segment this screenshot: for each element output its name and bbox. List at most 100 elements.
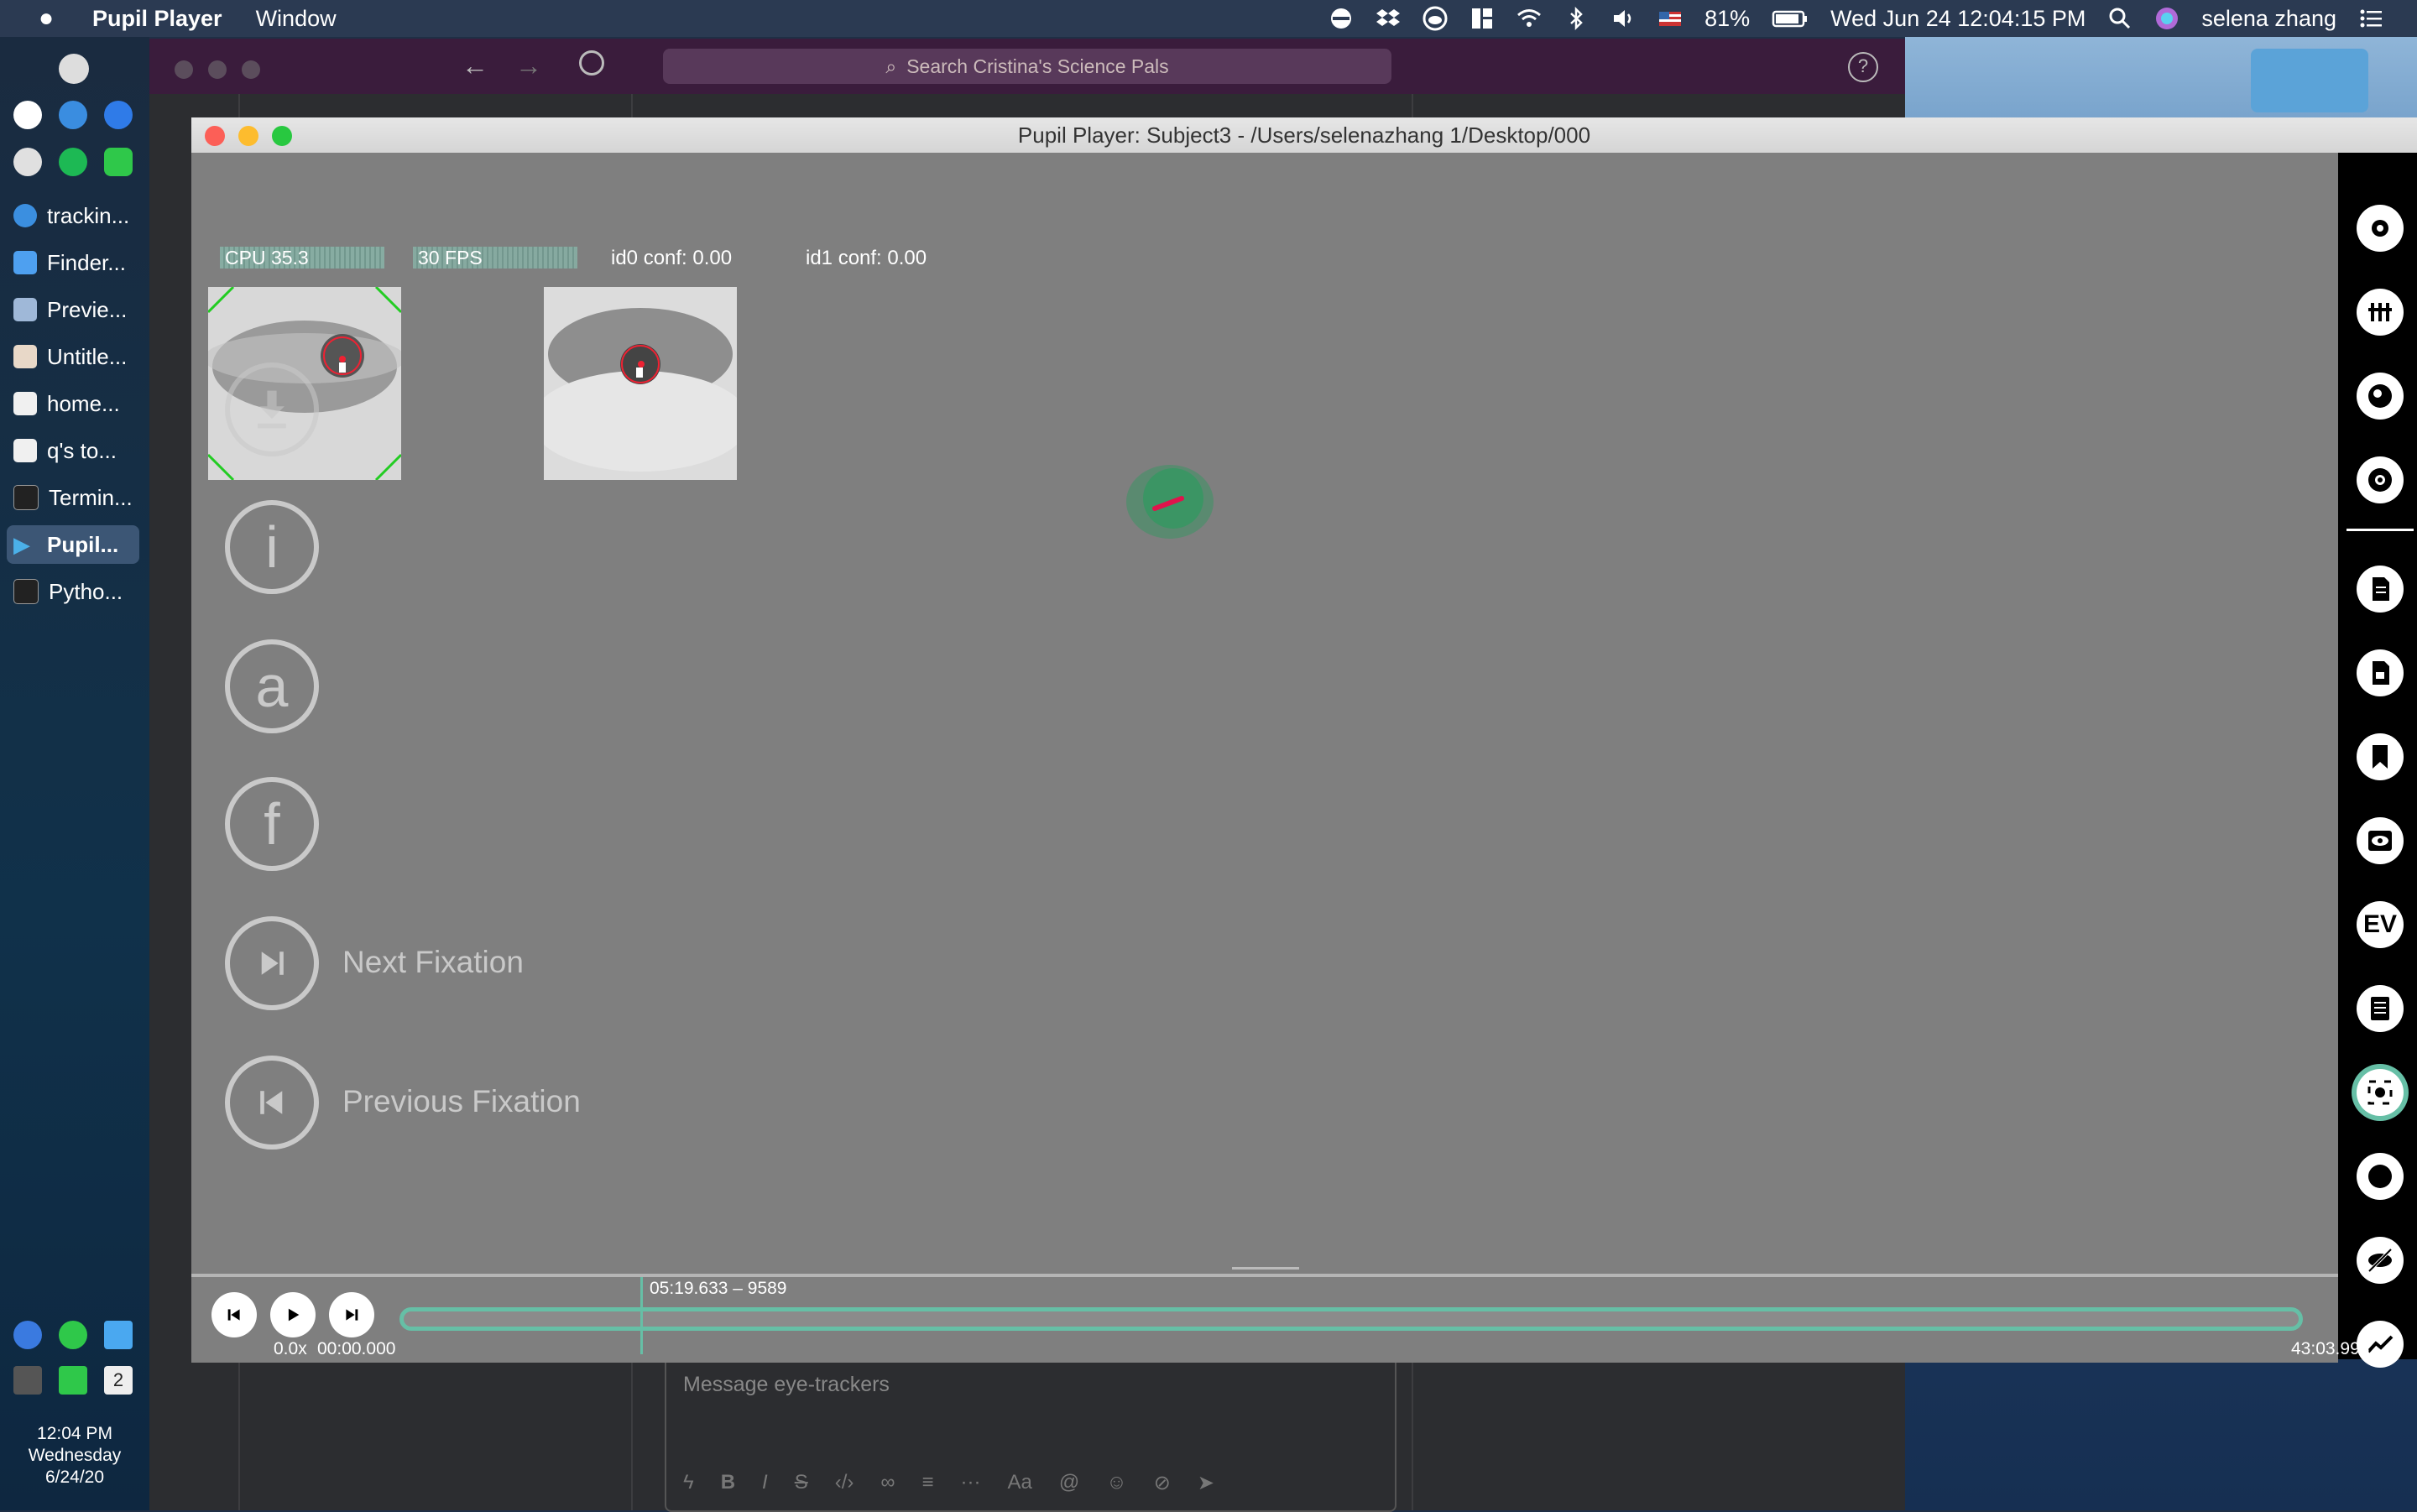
menubar-clock[interactable]: Wed Jun 24 12:04:15 PM: [1830, 6, 2086, 32]
window-title: Pupil Player: Subject3 - /Users/selenazh…: [1017, 123, 1591, 148]
safari-small-icon[interactable]: [13, 1321, 42, 1349]
sidebar-item-pupil[interactable]: ▶ Pupil...: [7, 525, 139, 564]
plugin-menu-bar: EV: [2338, 153, 2417, 1368]
annotation-button[interactable]: a: [225, 639, 319, 733]
wechat-icon[interactable]: [59, 1321, 87, 1349]
sidebar-item-preview[interactable]: Previe...: [7, 290, 139, 329]
history-icon[interactable]: [579, 50, 604, 76]
back-arrow-icon[interactable]: ←: [462, 50, 488, 81]
cloud-icon[interactable]: [1423, 6, 1448, 31]
forward-arrow-icon[interactable]: →: [515, 50, 542, 81]
safari-icon: [13, 204, 37, 227]
battery-icon[interactable]: [1772, 6, 1809, 31]
send-icon[interactable]: ➤: [1198, 1471, 1214, 1495]
slack-search-input[interactable]: ⌕ Search Cristina's Science Pals: [663, 49, 1391, 84]
video-exporter-icon[interactable]: [2357, 649, 2404, 696]
messenger-icon[interactable]: [104, 101, 133, 129]
emoji-icon[interactable]: ☺: [1106, 1471, 1127, 1495]
battery-app-icon[interactable]: [59, 1366, 87, 1395]
fps-meter: 30 FPS: [413, 247, 577, 269]
app-menu[interactable]: Pupil Player: [92, 6, 222, 32]
next-frame-button[interactable]: [329, 1292, 374, 1337]
format-icon[interactable]: Aa: [1008, 1471, 1032, 1495]
bookmark-icon[interactable]: [2357, 733, 2404, 780]
trash-icon[interactable]: [13, 1366, 42, 1395]
previous-frame-button[interactable]: [211, 1292, 257, 1337]
user-name[interactable]: selena zhang: [2201, 6, 2336, 32]
italic-icon[interactable]: I: [762, 1471, 768, 1495]
playhead[interactable]: [640, 1277, 643, 1354]
plugin-manager-icon[interactable]: [2357, 289, 2404, 336]
fixation-detector-icon[interactable]: [2357, 1069, 2404, 1116]
dnd-icon[interactable]: [1329, 6, 1354, 31]
wifi-icon[interactable]: [1516, 6, 1542, 31]
list-icon[interactable]: ≡: [922, 1471, 934, 1495]
next-fixation-button[interactable]: [225, 916, 319, 1010]
eye0-toggle-icon[interactable]: [2357, 373, 2404, 420]
sidebar-item-home[interactable]: home...: [7, 384, 139, 423]
spotlight-search-icon[interactable]: [2107, 6, 2132, 31]
record-dot-icon[interactable]: [2357, 1153, 2404, 1200]
mention-icon[interactable]: @: [1059, 1471, 1079, 1495]
sidebar-item-terminal[interactable]: Termin...: [7, 478, 139, 517]
playhead-label: 05:19.633 – 9589: [650, 1279, 787, 1298]
zoom-icon[interactable]: [272, 126, 292, 146]
eye-overlay-icon[interactable]: [2357, 817, 2404, 864]
sidebar-item-tracking[interactable]: trackin...: [7, 196, 139, 235]
previous-fixation-button[interactable]: [225, 1056, 319, 1150]
seek-timeline: 05:19.633 – 9589 0.0x 00:00.000 43:03.99…: [191, 1274, 2369, 1363]
info-button[interactable]: i: [225, 500, 319, 594]
us-flag-icon[interactable]: [1657, 6, 1683, 31]
slack-toolbar: ← → ⌕ Search Cristina's Science Pals ?: [149, 39, 1905, 94]
sidebar-item-untitled[interactable]: Untitle...: [7, 337, 139, 376]
eye1-image[interactable]: [544, 287, 737, 480]
strike-icon[interactable]: S: [795, 1471, 808, 1495]
slack-icon[interactable]: [13, 148, 42, 176]
download-button[interactable]: [225, 362, 319, 456]
desktop-number-badge[interactable]: 2: [104, 1366, 133, 1395]
play-button[interactable]: [270, 1292, 316, 1337]
dropbox-icon[interactable]: [1376, 6, 1401, 31]
finder-small-icon[interactable]: [104, 1321, 133, 1349]
sidebar-item-finder[interactable]: Finder...: [7, 243, 139, 282]
world-video-canvas[interactable]: CPU 35.3 30 FPS id0 conf: 0.00 id1 conf:…: [191, 153, 2338, 1386]
fixation-button[interactable]: f: [225, 777, 319, 871]
log-list-icon[interactable]: [2357, 985, 2404, 1032]
folder-icon[interactable]: [2251, 49, 2368, 112]
exposure-ev-icon[interactable]: EV: [2357, 901, 2404, 948]
link-icon[interactable]: ∞: [880, 1471, 895, 1495]
window-menu[interactable]: Window: [256, 6, 337, 32]
apple-menu-icon[interactable]: ●: [34, 4, 59, 33]
piano-icon[interactable]: [59, 54, 89, 84]
spotify-icon[interactable]: [59, 148, 87, 176]
icon-divider: [2347, 529, 2414, 531]
play-triangle-icon: ▶: [13, 532, 30, 557]
layout-icon[interactable]: [1470, 6, 1495, 31]
timeline-scrub-bar[interactable]: [399, 1307, 2303, 1331]
bluetooth-icon[interactable]: [1563, 6, 1589, 31]
id0-confidence: id0 conf: 0.00: [611, 247, 733, 269]
skip-forward-icon: [261, 952, 284, 975]
hide-eye-icon[interactable]: [2357, 1237, 2404, 1284]
volume-icon[interactable]: [1610, 6, 1636, 31]
terminal-icon: [13, 485, 39, 510]
sidebar-item-qs[interactable]: q's to...: [7, 431, 139, 470]
shortcuts-icon[interactable]: ϟ: [683, 1471, 694, 1495]
close-icon[interactable]: [205, 126, 225, 146]
attach-icon[interactable]: ⊘: [1154, 1471, 1171, 1495]
facetime-icon[interactable]: [104, 148, 133, 176]
slack-traffic-lights: [175, 60, 260, 79]
raw-data-exporter-icon[interactable]: [2357, 566, 2404, 613]
eye1-toggle-icon[interactable]: [2357, 456, 2404, 503]
bold-icon[interactable]: B: [721, 1471, 735, 1495]
messages-icon[interactable]: [59, 101, 87, 129]
sidebar-item-python[interactable]: Pytho...: [7, 572, 139, 611]
siri-icon[interactable]: [2154, 6, 2179, 31]
settings-gear-icon[interactable]: [2357, 205, 2404, 252]
notification-center-icon[interactable]: [2358, 6, 2383, 31]
code-icon[interactable]: ‹/›: [835, 1471, 854, 1495]
more-icon[interactable]: ···: [961, 1471, 981, 1495]
photos-icon[interactable]: [13, 101, 42, 129]
minimize-icon[interactable]: [238, 126, 258, 146]
help-icon[interactable]: ?: [1848, 52, 1878, 82]
